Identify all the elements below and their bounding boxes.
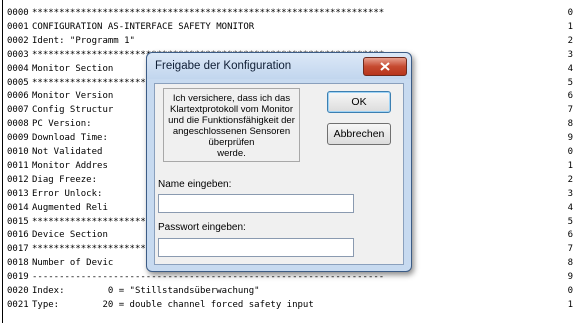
message-line: und die Funktionsfähigkeit der: [168, 115, 295, 126]
line-text: Index: 0 = "Stillstandsüberwachung": [32, 286, 260, 296]
line-checksum: 1: [567, 299, 573, 310]
line-number: 0000: [7, 8, 29, 18]
line-number: 0015: [7, 216, 29, 227]
line-number: 0005: [7, 77, 29, 88]
line-number: 0016: [7, 230, 29, 241]
line-checksum: 6: [567, 91, 573, 102]
line-checksum: 5: [567, 216, 573, 227]
confirmation-message: Ich versichere, dass ich das Klartextpro…: [163, 88, 300, 162]
line-text: PC Version:: [32, 119, 92, 130]
name-input[interactable]: [158, 194, 354, 213]
line-number: 0013: [7, 188, 29, 199]
message-line: werde.: [217, 148, 246, 159]
line-checksum: 2: [567, 174, 573, 185]
line-number: 0009: [7, 133, 29, 144]
line-number: 0003: [7, 49, 29, 60]
dialog-body: Ich versichere, dass ich das Klartextpro…: [154, 83, 404, 265]
line-checksum: 0: [567, 286, 573, 296]
line-checksum: 9: [567, 133, 573, 144]
message-line: Ich versichere, dass ich das: [172, 93, 291, 104]
line-number: 0008: [7, 119, 29, 130]
line-text: Monitor Section: [32, 63, 114, 74]
cancel-button[interactable]: Abbrechen: [327, 123, 391, 145]
close-button[interactable]: [363, 57, 407, 76]
password-input[interactable]: [158, 238, 354, 257]
line-checksum: 1: [567, 21, 573, 32]
line-checksum: 7: [567, 105, 573, 116]
line-checksum: 8: [567, 258, 573, 269]
line-number: 0012: [7, 174, 29, 185]
line-number: 0004: [7, 63, 29, 74]
line-text: Download Time:: [32, 133, 108, 144]
line-text: Augmented Reli: [32, 202, 108, 213]
line-number: 0014: [7, 202, 29, 213]
password-label: Passwort eingeben:: [158, 222, 246, 233]
line-checksum: 7: [567, 244, 573, 255]
line-text: ****************************************…: [32, 8, 385, 18]
message-line: angeschlossenen Sensoren überprüfen: [172, 126, 291, 148]
line-checksum: 0: [567, 8, 573, 18]
ok-button[interactable]: OK: [327, 91, 391, 113]
line-checksum: 5: [567, 77, 573, 88]
line-checksum: 4: [567, 202, 573, 213]
line-number: 0002: [7, 35, 29, 46]
name-label: Name eingeben:: [158, 179, 232, 190]
line-number: 0017: [7, 244, 29, 255]
line-number: 0011: [7, 160, 29, 171]
listing-row: 0001 CONFIGURATION AS-INTERFACE SAFETY MO…: [0, 22, 579, 33]
line-text: Diag Freeze:: [32, 174, 98, 185]
listing-row: 0019 ------------------------------------…: [0, 272, 579, 283]
line-checksum: 2: [567, 35, 573, 46]
listing-row: 0020 Index: 0 = "Stillstandsüberwachung" 0: [0, 286, 579, 297]
line-checksum: 0: [567, 147, 573, 157]
line-checksum: 3: [567, 188, 573, 199]
line-checksum: 3: [567, 49, 573, 60]
line-text: Number of Devic: [32, 258, 114, 269]
line-number: 0018: [7, 258, 29, 269]
line-number: 0019: [7, 272, 29, 283]
line-checksum: 4: [567, 63, 573, 74]
line-checksum: 9: [567, 272, 573, 283]
close-icon: [380, 62, 390, 71]
line-number: 0010: [7, 147, 29, 157]
line-checksum: 6: [567, 230, 573, 241]
line-text: ----------------------------------------…: [32, 272, 385, 283]
dialog-title: Freigabe der Konfiguration: [155, 60, 292, 72]
line-number: 0001: [7, 21, 29, 32]
line-text: Type: 20 = double channel forced safety …: [32, 299, 314, 310]
line-number: 0006: [7, 91, 29, 102]
release-configuration-dialog: Freigabe der Konfiguration Ich versicher…: [146, 52, 412, 272]
dialog-titlebar[interactable]: Freigabe der Konfiguration: [147, 53, 411, 79]
line-checksum: 1: [567, 160, 573, 171]
line-text: CONFIGURATION AS-INTERFACE SAFETY MONITO…: [32, 21, 255, 32]
listing-row: 0021 Type: 20 = double channel forced saf…: [0, 300, 579, 311]
listing-row: 0002 Ident: "Programm 1" 2: [0, 36, 579, 47]
line-text: Device Section: [32, 230, 108, 241]
listing-row: 0000 ************************************…: [0, 8, 579, 19]
line-number: 0007: [7, 105, 29, 116]
line-text: Monitor Addres: [32, 160, 108, 171]
line-text: Config Structur: [32, 105, 114, 116]
line-checksum: 8: [567, 119, 573, 130]
line-text: Error Unlock:: [32, 188, 103, 199]
line-text: Monitor Version: [32, 91, 114, 102]
line-number: 0021: [7, 299, 29, 310]
line-text: Ident: "Programm 1": [32, 35, 135, 46]
line-number: 0020: [7, 286, 29, 296]
line-text: Not Validated: [32, 147, 103, 157]
message-line: Klartextprotokoll vom Monitor: [169, 104, 294, 115]
